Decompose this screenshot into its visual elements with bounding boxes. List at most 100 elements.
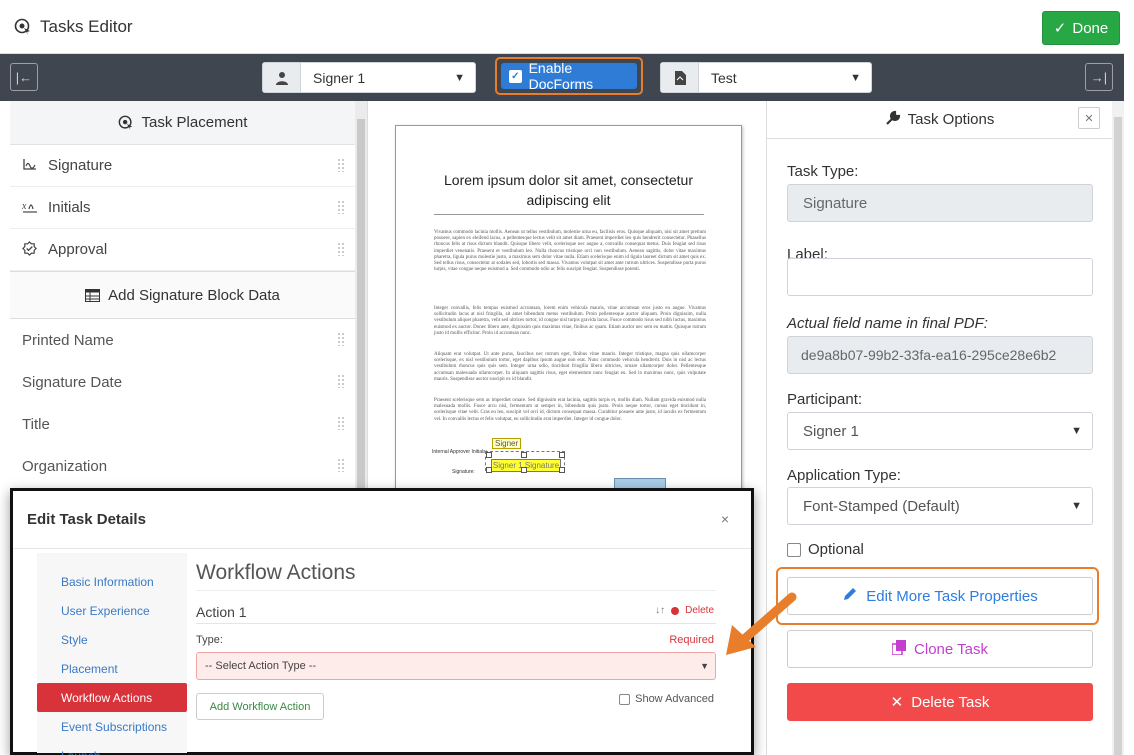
signature-line-label: Signature: bbox=[452, 469, 475, 475]
task-placement-header: Task Placement bbox=[10, 101, 355, 145]
task-options-panel: Task Options ✕ Task Type: Signature Labe… bbox=[766, 101, 1112, 755]
signature-icon bbox=[22, 157, 40, 174]
task-item-label: Initials bbox=[48, 199, 91, 216]
scrollbar-thumb[interactable] bbox=[1114, 117, 1122, 755]
clone-task-button[interactable]: Clone Task bbox=[787, 630, 1093, 668]
nav-style[interactable]: Style bbox=[37, 625, 187, 654]
drag-handle-icon[interactable] bbox=[337, 374, 345, 388]
table-icon bbox=[85, 288, 101, 302]
resize-handle[interactable] bbox=[521, 467, 527, 473]
drag-handle-icon[interactable] bbox=[337, 458, 345, 472]
show-advanced-checkbox[interactable] bbox=[619, 693, 631, 705]
task-item-signature[interactable]: Signature bbox=[10, 145, 355, 187]
participant-label: Participant: bbox=[787, 391, 863, 408]
left-panel-scrollbar[interactable] bbox=[355, 101, 367, 501]
edit-more-task-properties-button[interactable]: Edit More Task Properties bbox=[787, 577, 1093, 615]
label-input[interactable] bbox=[787, 258, 1093, 296]
drag-handle-icon[interactable] bbox=[337, 332, 345, 346]
delete-action-link[interactable]: Delete bbox=[685, 605, 714, 616]
checkbox-checked-icon: ✓ bbox=[509, 69, 522, 83]
action-title: Action 1 bbox=[196, 603, 247, 620]
modal-title: Edit Task Details bbox=[27, 511, 146, 528]
resize-handle[interactable] bbox=[521, 452, 527, 458]
action-type-select[interactable]: -- Select Action Type -- ▼ bbox=[196, 652, 716, 680]
add-workflow-action-button[interactable]: Add Workflow Action bbox=[196, 693, 324, 720]
edit-task-details-modal: Edit Task Details × Basic Information Us… bbox=[10, 488, 754, 755]
type-label: Type: bbox=[196, 634, 223, 646]
nav-basic-information[interactable]: Basic Information bbox=[37, 567, 187, 596]
app-title: Tasks Editor bbox=[40, 16, 133, 36]
drag-handle-icon[interactable] bbox=[337, 416, 345, 430]
scrollbar-thumb[interactable] bbox=[357, 119, 365, 499]
signature-block-title: Add Signature Block Data bbox=[108, 286, 280, 304]
modal-header: Edit Task Details × bbox=[13, 491, 751, 549]
optional-checkbox-row[interactable]: Optional bbox=[787, 541, 864, 558]
chevron-down-icon: ▼ bbox=[700, 661, 709, 671]
block-field-printed-name[interactable]: Printed Name bbox=[10, 319, 355, 361]
user-icon bbox=[263, 63, 301, 92]
enable-docforms-toggle[interactable]: ✓ Enable DocForms bbox=[501, 60, 637, 92]
resize-handle[interactable] bbox=[486, 452, 492, 458]
initials-icon: x bbox=[21, 199, 40, 216]
action-header: Action 1 ↓↑ Delete bbox=[196, 600, 716, 624]
task-type-value: Signature bbox=[803, 194, 868, 212]
document-select[interactable]: Test ▼ bbox=[660, 62, 872, 93]
nav-launch[interactable]: Launch bbox=[37, 741, 187, 755]
nav-placement[interactable]: Placement bbox=[37, 654, 187, 683]
nav-event-subscriptions[interactable]: Event Subscriptions bbox=[37, 712, 187, 741]
action-controls: ↓↑ Delete bbox=[655, 605, 714, 616]
task-item-initials[interactable]: x Initials bbox=[10, 187, 355, 229]
document-page: Lorem ipsum dolor sit amet, consectetur … bbox=[395, 125, 742, 505]
drag-handle-icon[interactable] bbox=[337, 242, 345, 256]
required-label: Required bbox=[669, 634, 714, 646]
close-icon[interactable]: ✕ bbox=[1078, 107, 1100, 129]
close-icon[interactable]: × bbox=[721, 511, 729, 527]
document-value: Test bbox=[711, 69, 737, 86]
collapse-left-button[interactable]: |← bbox=[10, 63, 38, 91]
participant-select[interactable]: Signer 1 ▼ bbox=[787, 412, 1093, 450]
optional-checkbox[interactable] bbox=[787, 542, 801, 557]
application-type-select[interactable]: Font-Stamped (Default) ▼ bbox=[787, 487, 1093, 525]
collapse-left-icon: |← bbox=[15, 69, 33, 85]
resize-handle[interactable] bbox=[486, 467, 492, 473]
actual-field-name-value: de9a8b07-99b2-33fa-ea16-295ce28e6b2 bbox=[787, 336, 1093, 374]
approval-check-icon bbox=[22, 240, 40, 259]
drag-handle-icon[interactable] bbox=[337, 200, 345, 214]
block-field-label: Title bbox=[22, 415, 50, 433]
resize-handle[interactable] bbox=[559, 467, 565, 473]
delete-task-button[interactable]: ✕ Delete Task bbox=[787, 683, 1093, 721]
document-paragraph: Vivamus commodo lacinia mollis. Aenean u… bbox=[434, 230, 706, 273]
enable-docforms-highlight: ✓ Enable DocForms bbox=[495, 57, 643, 95]
document-paragraph: Praesent scelerisque sem ac imperdiet or… bbox=[434, 398, 706, 422]
block-field-label: Signature Date bbox=[22, 373, 123, 391]
delete-icon[interactable] bbox=[671, 606, 680, 615]
block-field-title[interactable]: Title bbox=[10, 403, 355, 445]
resize-handle[interactable] bbox=[559, 452, 565, 458]
signer-tag[interactable]: Signer bbox=[492, 438, 522, 449]
block-field-organization[interactable]: Organization bbox=[10, 445, 355, 487]
document-title: Lorem ipsum dolor sit amet, consectetur … bbox=[444, 172, 693, 208]
collapse-right-button[interactable]: →| bbox=[1085, 63, 1113, 91]
signature-block-header: Add Signature Block Data bbox=[10, 271, 355, 319]
signer-value: Signer 1 bbox=[313, 69, 366, 86]
task-item-approval[interactable]: Approval bbox=[10, 229, 355, 271]
right-panel-scrollbar[interactable] bbox=[1112, 101, 1124, 755]
internal-approver-label: Internal Approver Initials: bbox=[432, 449, 488, 455]
show-advanced-row[interactable]: Show Advanced bbox=[619, 693, 714, 705]
chevron-down-icon: ▼ bbox=[850, 71, 861, 84]
document-paragraph: Aliquam erat volutpat. Ut ante purus, fa… bbox=[434, 352, 706, 382]
check-icon: ✓ bbox=[1053, 20, 1067, 37]
task-placement-icon bbox=[118, 115, 132, 130]
task-type-field: Signature bbox=[787, 184, 1093, 222]
chevron-down-icon: ▼ bbox=[1071, 500, 1082, 512]
block-field-signature-date[interactable]: Signature Date bbox=[10, 361, 355, 403]
done-button[interactable]: ✓ Done bbox=[1042, 11, 1120, 45]
drag-handle-icon[interactable] bbox=[337, 158, 345, 172]
nav-workflow-actions[interactable]: Workflow Actions bbox=[37, 683, 187, 712]
sort-icon[interactable]: ↓↑ bbox=[655, 605, 665, 616]
signer-select[interactable]: Signer 1 ▼ bbox=[262, 62, 476, 93]
nav-user-experience[interactable]: User Experience bbox=[37, 596, 187, 625]
workflow-actions-content: Workflow Actions Action 1 ↓↑ Delete Type… bbox=[196, 553, 716, 720]
clone-label: Clone Task bbox=[914, 640, 988, 658]
collapse-right-icon: →| bbox=[1090, 69, 1108, 85]
